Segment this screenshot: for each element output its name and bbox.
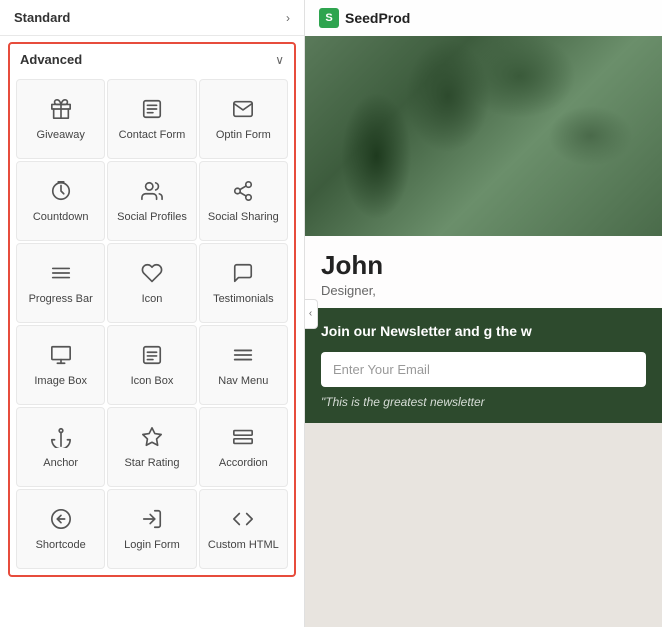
anchor-label: Anchor <box>43 457 78 470</box>
icon-box-label: Icon Box <box>131 375 174 388</box>
seedprod-logo: S <box>319 8 339 28</box>
accordion-label: Accordion <box>219 457 268 470</box>
grid-item-giveaway[interactable]: Giveaway <box>16 79 105 159</box>
plant-decoration <box>305 36 662 236</box>
grid-item-social-sharing[interactable]: Social Sharing <box>199 161 288 241</box>
grid-item-social-profiles[interactable]: Social Profiles <box>107 161 196 241</box>
plant-image-area <box>305 36 662 236</box>
star-rating-label: Star Rating <box>124 457 179 470</box>
shortcode-icon <box>50 508 72 534</box>
grid-item-progress-bar[interactable]: Progress Bar <box>16 243 105 323</box>
profile-name: John <box>321 250 646 281</box>
grid-item-testimonials[interactable]: Testimonials <box>199 243 288 323</box>
grid-item-anchor[interactable]: Anchor <box>16 407 105 487</box>
testimonial-text: "This is the greatest newsletter <box>321 395 646 409</box>
optin-form-label: Optin Form <box>216 129 271 142</box>
grid-item-shortcode[interactable]: Shortcode <box>16 489 105 569</box>
grid-item-nav-menu[interactable]: Nav Menu <box>199 325 288 405</box>
login-form-label: Login Form <box>124 539 180 552</box>
image-box-label: Image Box <box>34 375 87 388</box>
collapse-icon: ‹ <box>309 308 312 319</box>
contact-form-label: Contact Form <box>119 129 186 142</box>
seedprod-header: S SeedProd <box>305 0 662 36</box>
standard-chevron: › <box>286 11 290 25</box>
giveaway-label: Giveaway <box>37 129 85 142</box>
custom-html-icon <box>232 508 254 534</box>
grid-item-countdown[interactable]: Countdown <box>16 161 105 241</box>
star-rating-icon <box>141 426 163 452</box>
profile-section: John Designer, <box>305 236 662 308</box>
grid-item-image-box[interactable]: Image Box <box>16 325 105 405</box>
giveaway-icon <box>50 98 72 124</box>
seedprod-brand-name: SeedProd <box>345 10 410 26</box>
accordion-icon <box>232 426 254 452</box>
right-panel: ‹ S SeedProd John Designer, Join our New… <box>305 0 662 627</box>
grid-item-star-rating[interactable]: Star Rating <box>107 407 196 487</box>
grid-item-contact-form[interactable]: Contact Form <box>107 79 196 159</box>
login-form-icon <box>141 508 163 534</box>
newsletter-section: Join our Newsletter and g the w Enter Yo… <box>305 308 662 423</box>
countdown-label: Countdown <box>33 211 89 224</box>
icon-label: Icon <box>142 293 163 306</box>
profile-title: Designer, <box>321 283 646 298</box>
standard-section-header[interactable]: Standard › <box>0 0 304 36</box>
grid-item-optin-form[interactable]: Optin Form <box>199 79 288 159</box>
shortcode-label: Shortcode <box>36 539 86 552</box>
testimonials-label: Testimonials <box>213 293 274 306</box>
nav-menu-label: Nav Menu <box>218 375 268 388</box>
custom-html-label: Custom HTML <box>208 539 279 552</box>
left-panel: Standard › Advanced ∨ Giveaway Contact Fo… <box>0 0 305 627</box>
progress-bar-label: Progress Bar <box>29 293 93 306</box>
advanced-section-header[interactable]: Advanced ∨ <box>10 44 294 75</box>
grid-item-custom-html[interactable]: Custom HTML <box>199 489 288 569</box>
grid-item-icon-box[interactable]: Icon Box <box>107 325 196 405</box>
nav-menu-icon <box>232 344 254 370</box>
social-sharing-icon <box>232 180 254 206</box>
advanced-chevron: ∨ <box>275 53 284 67</box>
newsletter-text: Join our Newsletter and g the w <box>321 322 646 342</box>
testimonials-icon <box>232 262 254 288</box>
email-input-placeholder[interactable]: Enter Your Email <box>321 352 646 387</box>
social-profiles-label: Social Profiles <box>117 211 187 224</box>
standard-label: Standard <box>14 10 70 25</box>
grid-item-accordion[interactable]: Accordion <box>199 407 288 487</box>
image-box-icon <box>50 344 72 370</box>
optin-form-icon <box>232 98 254 124</box>
social-sharing-label: Social Sharing <box>208 211 279 224</box>
anchor-icon <box>50 426 72 452</box>
logo-letter: S <box>325 12 332 24</box>
grid-item-login-form[interactable]: Login Form <box>107 489 196 569</box>
collapse-tab[interactable]: ‹ <box>305 299 318 329</box>
advanced-grid: Giveaway Contact Form Optin Form Countdown S… <box>10 75 294 575</box>
icon-box-icon <box>141 344 163 370</box>
social-profiles-icon <box>141 180 163 206</box>
icon-icon <box>141 262 163 288</box>
grid-item-icon[interactable]: Icon <box>107 243 196 323</box>
progress-bar-icon <box>50 262 72 288</box>
countdown-icon <box>50 180 72 206</box>
advanced-label: Advanced <box>20 52 82 67</box>
advanced-section: Advanced ∨ Giveaway Contact Form Optin For… <box>8 42 296 577</box>
contact-form-icon <box>141 98 163 124</box>
